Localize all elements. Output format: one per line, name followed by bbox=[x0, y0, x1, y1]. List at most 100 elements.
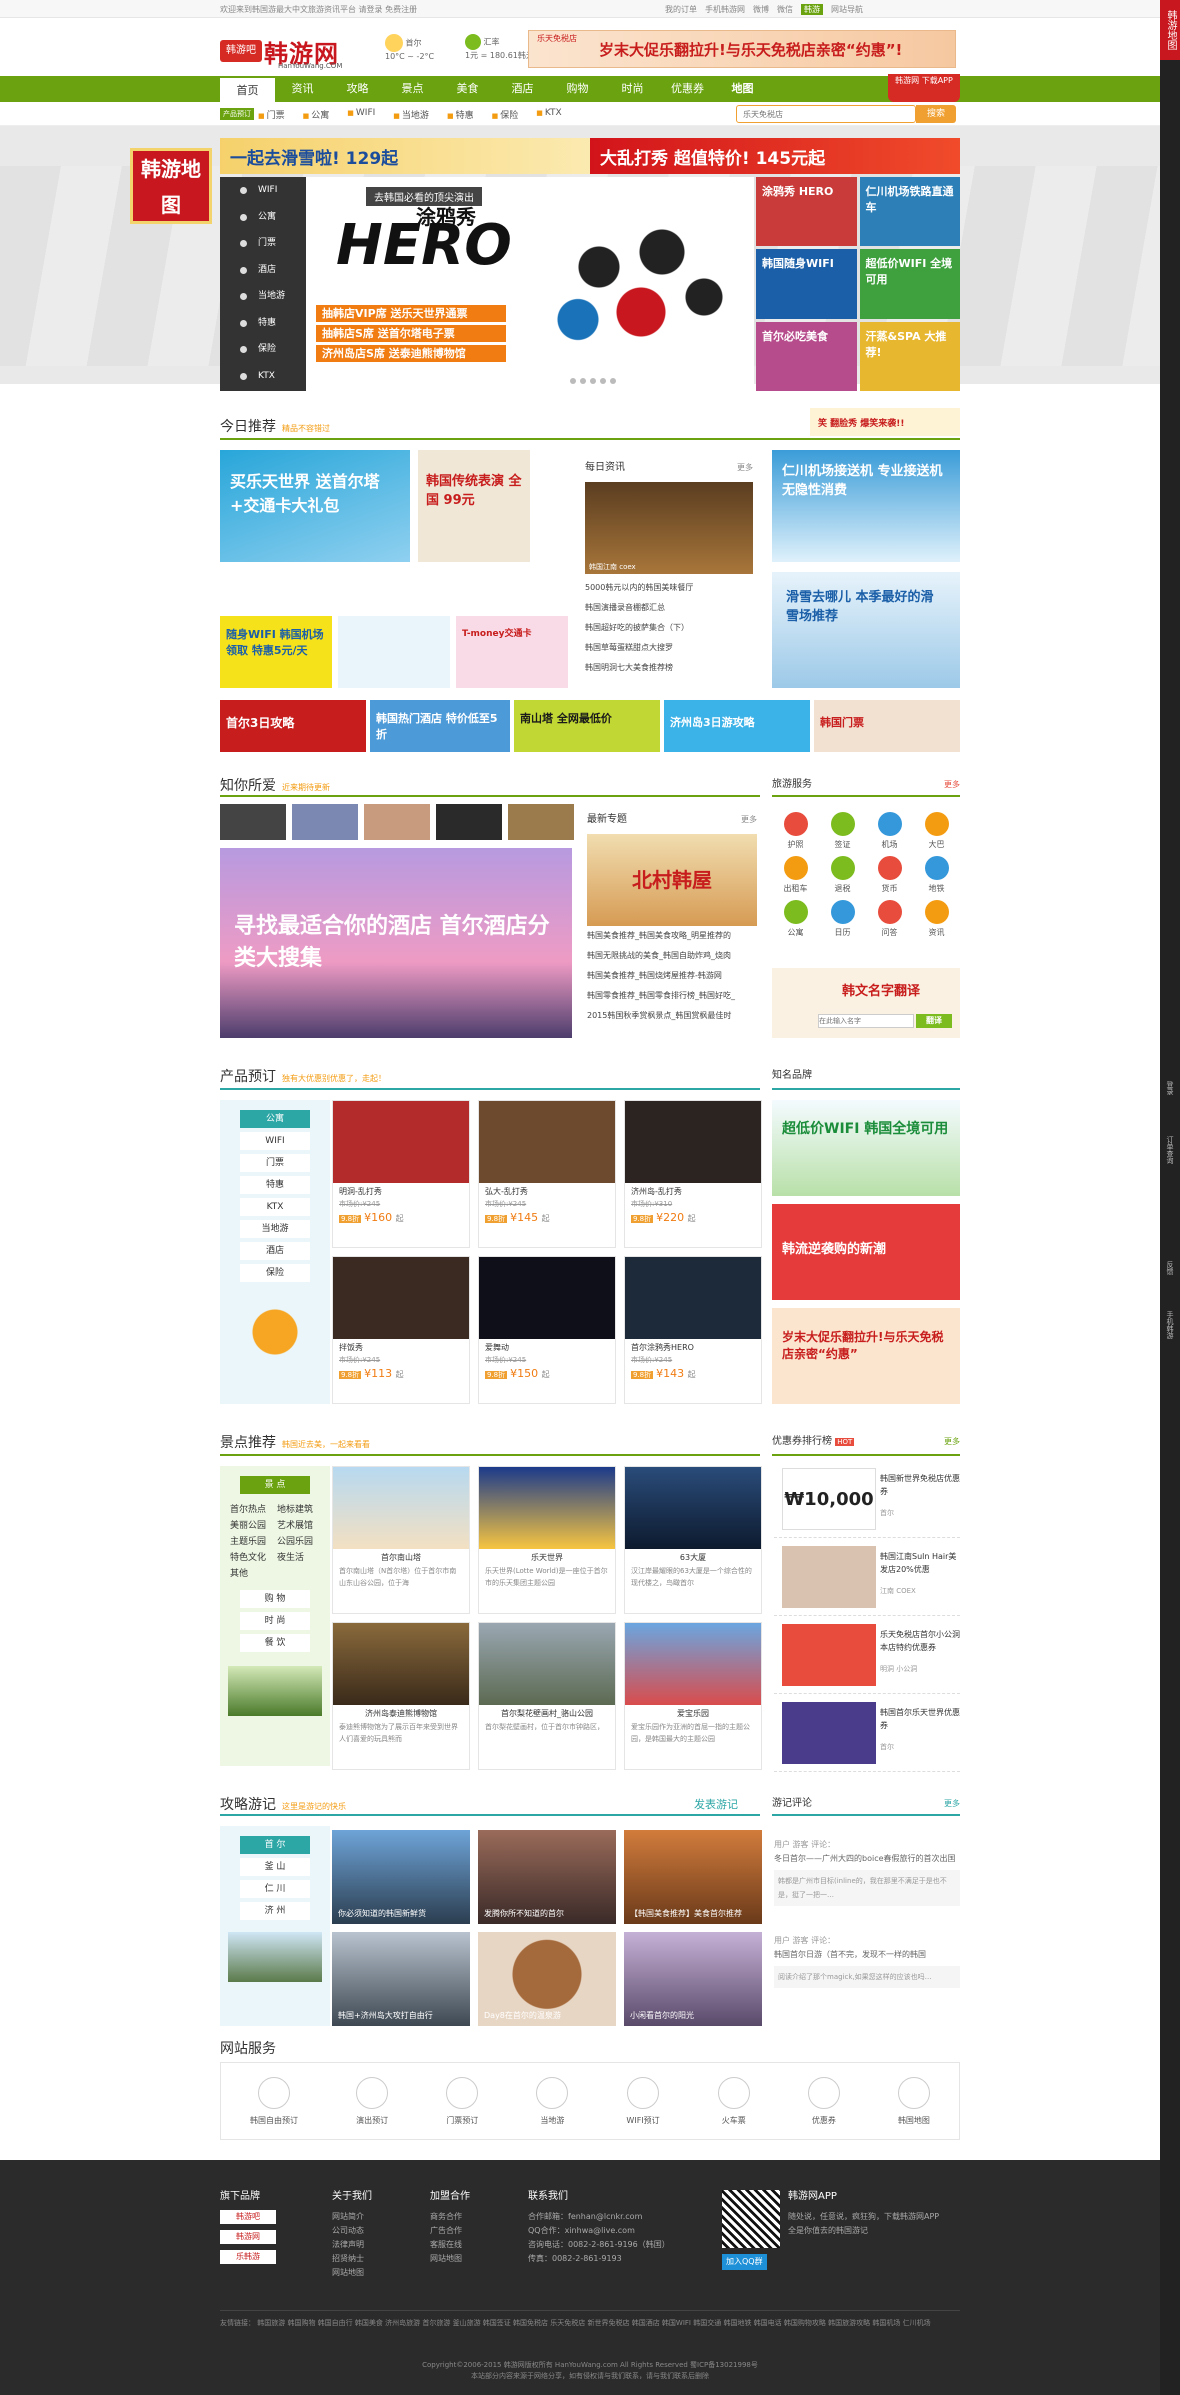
site-service-item[interactable]: 韩国地图 bbox=[897, 2076, 930, 2126]
spot-card[interactable]: 爱宝乐园 爱宝乐园作为亚洲的首屈一指的主题公园，是韩国最大的主题公园 bbox=[624, 1622, 762, 1770]
topics-more[interactable]: 更多 bbox=[741, 810, 757, 830]
subnav-insurance[interactable]: 保险 bbox=[492, 108, 518, 121]
brand-unionpay[interactable]: 韩流逆袭购的新潮 bbox=[772, 1204, 960, 1300]
coupon-more[interactable]: 更多 bbox=[944, 1432, 960, 1452]
footer-brand-logo[interactable]: 乐韩游 bbox=[220, 2250, 276, 2264]
service-visa[interactable]: 签证 bbox=[819, 812, 866, 850]
footer-link[interactable]: 网站地图 bbox=[430, 2252, 470, 2266]
site-service-item[interactable]: 门票预订 bbox=[446, 2076, 479, 2126]
carousel-dot[interactable] bbox=[570, 378, 576, 384]
prod-cat-ticket[interactable]: 门票 bbox=[240, 1154, 310, 1172]
float-map-badge[interactable]: 韩游地图 bbox=[130, 148, 212, 224]
lotte-world-tile[interactable]: 买乐天世界 送首尔塔+交通卡大礼包 bbox=[220, 450, 410, 562]
guide-card[interactable]: 发腾你所不知道的首尔 bbox=[478, 1830, 616, 1924]
side-apartment[interactable]: 公寓 bbox=[220, 204, 306, 231]
rail-login[interactable]: 登录 bbox=[1160, 1070, 1180, 1106]
rail-feedback[interactable]: 反馈 bbox=[1160, 1250, 1180, 1286]
guides-city-seoul[interactable]: 首 尔 bbox=[240, 1836, 310, 1854]
service-qa[interactable]: 问答 bbox=[866, 900, 913, 938]
coupon-item[interactable]: 韩国首尔乐天世界优惠券 首尔 bbox=[774, 1694, 960, 1772]
guide-card[interactable]: Day8在首尔的温泉游 bbox=[478, 1932, 616, 2026]
guides-city[interactable]: 釜 山 bbox=[240, 1858, 310, 1876]
spot-card[interactable]: 济州岛泰迪熊博物馆 泰迪熊博物馆为了展示百年来受到世界人们喜爱的玩具熊而 bbox=[332, 1622, 470, 1770]
ski-tile[interactable]: 滑雪去哪儿 本季最好的滑雪场推荐 bbox=[772, 572, 960, 688]
friend-links[interactable]: 友情链接： 韩国旅游 韩国购物 韩国自由行 韩国美食 济州岛旅游 首尔旅游 釜山… bbox=[220, 2310, 960, 2330]
subnav-ticket[interactable]: 门票 bbox=[258, 108, 285, 121]
hanyou-badge[interactable]: 韩游 bbox=[801, 4, 823, 15]
spots-dining-button[interactable]: 餐 饮 bbox=[240, 1634, 310, 1652]
services-more[interactable]: 更多 bbox=[944, 775, 960, 795]
site-service-item[interactable]: 演出预订 bbox=[356, 2076, 389, 2126]
site-service-item[interactable]: WIFI预订 bbox=[626, 2076, 660, 2126]
nanta-banner[interactable]: 大乱打秀 超值特价! 145元起 bbox=[590, 138, 960, 174]
subnav-apartment[interactable]: 公寓 bbox=[303, 108, 329, 121]
nav-spots[interactable]: 景点 bbox=[385, 76, 440, 102]
news-item[interactable]: 5000韩元以内的韩国美味餐厅 bbox=[585, 578, 753, 598]
reviews-more[interactable]: 更多 bbox=[944, 1794, 960, 1814]
likes-thumb[interactable] bbox=[220, 804, 286, 840]
footer-link[interactable]: 公司动态 bbox=[332, 2224, 372, 2238]
service-subway[interactable]: 地铁 bbox=[913, 856, 960, 894]
product-card[interactable]: 拌饭秀 市场价:¥245 9.8折 ¥113 起 bbox=[332, 1256, 470, 1404]
prod-cat-apartment[interactable]: 公寓 bbox=[240, 1110, 310, 1128]
rail-map-button[interactable]: 韩游地图 bbox=[1160, 0, 1180, 60]
service-passport[interactable]: 护照 bbox=[772, 812, 819, 850]
product-card[interactable]: 爱舞动 市场价:¥245 9.8折 ¥150 起 bbox=[478, 1256, 616, 1404]
carousel-dot[interactable] bbox=[610, 378, 616, 384]
namsan-strip[interactable]: 南山塔 全网最低价 bbox=[514, 700, 660, 752]
news-item[interactable]: 韩国草莓蛋糕甜点大搜罗 bbox=[585, 638, 753, 658]
guides-city[interactable]: 仁 川 bbox=[240, 1880, 310, 1898]
coupon-item[interactable]: ₩10,000 韩国新世界免税店优惠券 首尔 bbox=[774, 1460, 960, 1538]
download-app-button[interactable]: 韩游网 下载APP bbox=[888, 74, 960, 102]
prod-cat-insurance[interactable]: 保险 bbox=[240, 1264, 310, 1282]
publish-guide-button[interactable]: 发表游记 bbox=[694, 1796, 738, 1812]
likes-thumb[interactable] bbox=[508, 804, 574, 840]
ad-airport-rail[interactable]: 仁川机场铁路直通车 bbox=[859, 177, 960, 247]
coupon-item[interactable]: 乐天免税店首尔小公洞本店特约优惠券 明洞 小公洞 bbox=[774, 1616, 960, 1694]
subnav-ktx[interactable]: KTX bbox=[536, 108, 562, 121]
guide-card[interactable]: 你必须知道的韩国新鲜货 bbox=[332, 1830, 470, 1924]
footer-link[interactable]: 网站简介 bbox=[332, 2210, 372, 2224]
prod-cat-hotel[interactable]: 酒店 bbox=[240, 1242, 310, 1260]
likes-thumb[interactable] bbox=[292, 804, 358, 840]
review-item[interactable]: 用户 游客 评论： 冬日首尔——广州大四的boice春假旅行的首次出国 韩都是广… bbox=[774, 1838, 960, 1906]
spot-tag[interactable]: 夜生活 bbox=[277, 1552, 320, 1564]
product-card[interactable]: 明洞-乱打秀 市场价:¥245 9.8折 ¥160 起 bbox=[332, 1100, 470, 1248]
site-service-item[interactable]: 火车票 bbox=[717, 2076, 750, 2126]
airport-pickup-tile[interactable]: 仁川机场接送机 专业接送机 无隐性消费 bbox=[772, 450, 960, 562]
side-ticket[interactable]: 门票 bbox=[220, 230, 306, 257]
spot-tag[interactable]: 其他 bbox=[230, 1568, 273, 1580]
brand-wifi[interactable]: 超低价WIFI 韩国全境可用 bbox=[772, 1100, 960, 1196]
spot-tag[interactable]: 美丽公园 bbox=[230, 1520, 273, 1532]
footer-link[interactable]: 招贤纳士 bbox=[332, 2252, 372, 2266]
product-card[interactable]: 弘大-乱打秀 市场价:¥245 9.8折 ¥145 起 bbox=[478, 1100, 616, 1248]
spot-card[interactable]: 乐天世界 乐天世界(Lotte World)是一座位于首尔市的乐天集团主题公园 bbox=[478, 1466, 616, 1614]
footer-link[interactable]: 法律声明 bbox=[332, 2238, 372, 2252]
spots-shopping-button[interactable]: 购 物 bbox=[240, 1590, 310, 1608]
service-taxrefund[interactable]: 退税 bbox=[819, 856, 866, 894]
spot-tag[interactable]: 首尔热点 bbox=[230, 1504, 273, 1516]
service-currency[interactable]: 货币 bbox=[866, 856, 913, 894]
search-input[interactable] bbox=[736, 105, 916, 123]
guide-card[interactable]: 【韩国美食推荐】美食首尔推荐 bbox=[624, 1830, 762, 1924]
side-ktx[interactable]: KTX bbox=[220, 363, 306, 390]
hero-carousel[interactable]: 去韩国必看的顶尖演出 HERO 涂鸦秀 抽韩店VIP席 送乐天世界通票 抽韩店S… bbox=[306, 177, 754, 391]
topic-item[interactable]: 韩国无限挑战的美食_韩国自助炸鸡_烧肉 bbox=[587, 946, 757, 966]
service-calendar[interactable]: 日历 bbox=[819, 900, 866, 938]
footer-link[interactable]: 商务合作 bbox=[430, 2210, 470, 2224]
service-news[interactable]: 资讯 bbox=[913, 900, 960, 938]
spot-tag[interactable]: 公园乐园 bbox=[277, 1536, 320, 1548]
topic-item[interactable]: 2015韩国秋季赏枫景点_韩国赏枫最佳时 bbox=[587, 1006, 757, 1026]
topic-item[interactable]: 韩国美食推荐_韩国烧烤屋推荐-韩游网 bbox=[587, 966, 757, 986]
product-card[interactable]: 首尔涂鸦秀HERO 市场价:¥245 9.8折 ¥143 起 bbox=[624, 1256, 762, 1404]
prod-cat-ktx[interactable]: KTX bbox=[240, 1198, 310, 1216]
site-service-item[interactable]: 当地游 bbox=[536, 2076, 569, 2126]
search-button[interactable]: 搜索 bbox=[916, 105, 956, 123]
ad-wifi-cheap[interactable]: 超低价WIFI 全境可用 bbox=[859, 249, 960, 319]
footer-link[interactable]: 广告合作 bbox=[430, 2224, 470, 2238]
side-local[interactable]: 当地游 bbox=[220, 283, 306, 310]
prod-cat-wifi[interactable]: WIFI bbox=[240, 1132, 310, 1150]
site-service-item[interactable]: 优惠券 bbox=[807, 2076, 840, 2126]
footer-link[interactable]: 客服在线 bbox=[430, 2238, 470, 2252]
coupon-item[interactable]: 韩国江南Suln Hair美发店20%优惠 江南 COEX bbox=[774, 1538, 960, 1616]
